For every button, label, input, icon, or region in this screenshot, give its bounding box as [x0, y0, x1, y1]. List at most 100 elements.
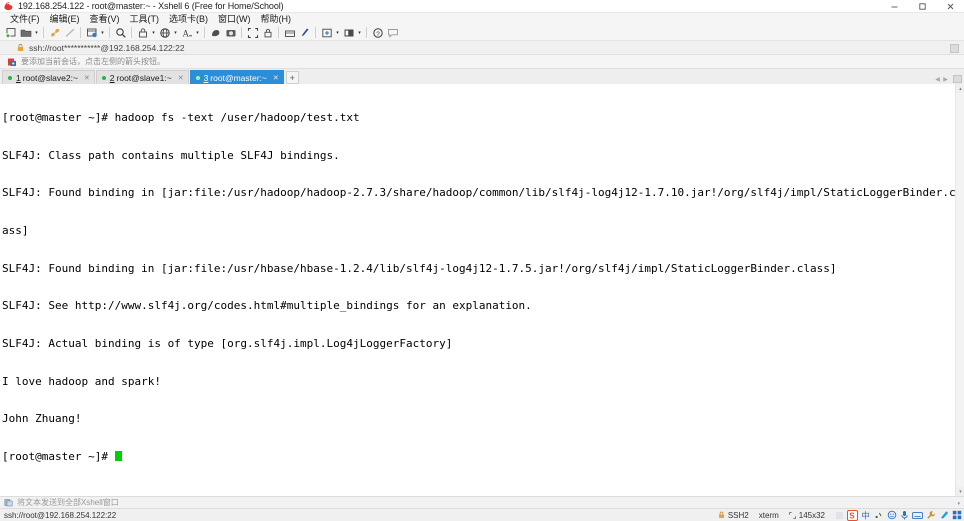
font-size-icon[interactable]: A: [179, 25, 194, 40]
toolbar-separator: [80, 27, 81, 38]
tab-bar: 1 root@slave2:~ ✕ 2 root@slave1:~ ✕ 3 ro…: [0, 69, 964, 84]
add-bookmark-icon[interactable]: [6, 56, 17, 67]
tools-icon[interactable]: [925, 510, 936, 521]
chat-icon[interactable]: [385, 25, 400, 40]
menu-view[interactable]: 查看(V): [85, 13, 125, 25]
terminal-line: I love hadoop and spark!: [2, 374, 161, 388]
tab-close-icon[interactable]: ✕: [267, 74, 279, 82]
title-bar: 192.168.254.122 - root@master:~ - Xshell…: [0, 0, 964, 13]
tab-number: 2: [109, 72, 115, 83]
help-icon[interactable]: ?: [370, 25, 385, 40]
open-folder-icon[interactable]: [18, 25, 33, 40]
skin-icon[interactable]: [938, 510, 949, 521]
maximize-button[interactable]: [908, 0, 936, 13]
toolbar-separator: [366, 27, 367, 38]
toolbar-separator: [131, 27, 132, 38]
layout-icon[interactable]: [341, 25, 356, 40]
send-to-all-icon: [4, 498, 13, 507]
lock-screen-caret-down-icon[interactable]: ▾: [150, 25, 157, 40]
terminal-output[interactable]: [root@master ~]# hadoop fs -text /user/h…: [0, 84, 955, 496]
menu-help[interactable]: 帮助(H): [256, 13, 297, 25]
tab-prev-arrow-icon[interactable]: ◀: [935, 75, 940, 83]
new-session-icon[interactable]: [3, 25, 18, 40]
layout-caret-down-icon[interactable]: ▾: [356, 25, 363, 40]
tab-root-slave2[interactable]: 1 root@slave2:~ ✕: [2, 70, 95, 84]
punctuation-icon[interactable]: [873, 510, 884, 521]
close-button[interactable]: [936, 0, 964, 13]
open-folder-caret-down-icon[interactable]: ▾: [33, 25, 40, 40]
address-dropdown-chevron-down-icon[interactable]: [950, 44, 959, 53]
svg-text:中: 中: [861, 510, 870, 520]
lock-screen-icon[interactable]: [135, 25, 150, 40]
globe-caret-down-icon[interactable]: ▾: [172, 25, 179, 40]
font-size-caret-down-icon[interactable]: ▾: [194, 25, 201, 40]
sogou-logo-icon[interactable]: S: [847, 509, 858, 521]
status-protocol: SSH2: [713, 511, 754, 520]
connect-icon[interactable]: [47, 25, 62, 40]
send-to-all-chevron-down-icon[interactable]: ▾: [957, 501, 960, 507]
screenshot-icon[interactable]: [223, 25, 238, 40]
lock-icon[interactable]: [260, 25, 275, 40]
minimize-button[interactable]: [880, 0, 908, 13]
menu-tabs[interactable]: 选项卡(B): [164, 13, 213, 25]
tab-close-icon[interactable]: ✕: [78, 74, 90, 82]
tab-navigation: ◀ ▶: [935, 75, 948, 83]
scroll-down-arrow-icon[interactable]: ▾: [956, 487, 964, 496]
find-icon[interactable]: [113, 25, 128, 40]
disconnect-icon[interactable]: [62, 25, 77, 40]
emoji-icon[interactable]: [886, 510, 897, 521]
keyboard-icon[interactable]: [912, 510, 923, 521]
session-manager-caret-down-icon[interactable]: ▾: [99, 25, 106, 40]
terminal-line: ass]: [2, 224, 29, 238]
terminal-scrollbar[interactable]: ▴ ▾: [955, 84, 964, 496]
tab-number: 3: [203, 72, 209, 83]
address-bar[interactable]: ssh://root***********@192.168.254.122:22: [0, 41, 964, 55]
ime-indicator-icon[interactable]: [834, 510, 845, 521]
toolbar-separator: [241, 27, 242, 38]
scroll-up-arrow-icon[interactable]: ▴: [956, 84, 964, 93]
menu-bar: 文件(F) 编辑(E) 查看(V) 工具(T) 选项卡(B) 窗口(W) 帮助(…: [0, 13, 964, 25]
tab-root-slave1[interactable]: 2 root@slave1:~ ✕: [95, 70, 189, 84]
terminal-area: [root@master ~]# hadoop fs -text /user/h…: [0, 84, 964, 496]
terminal-cursor: [114, 450, 122, 461]
tab-label: root@slave2:~: [22, 72, 78, 83]
svg-text:?: ?: [376, 30, 380, 37]
new-tab-caret-down-icon[interactable]: ▾: [334, 25, 341, 40]
status-right-group: SSH2 xterm 145x32 S 中: [713, 509, 962, 521]
session-manager-icon[interactable]: [84, 25, 99, 40]
toolbar-separator: [43, 27, 44, 38]
fullscreen-icon[interactable]: [245, 25, 260, 40]
terminal-line: SLF4J: See http://www.slf4j.org/codes.ht…: [2, 299, 532, 313]
svg-text:A: A: [182, 28, 189, 38]
tab-label: root@master:~: [210, 72, 267, 83]
add-session-hint-text: 要添加当前会话，点击左侧的箭头按钮。: [21, 56, 165, 66]
toolbar-separator: [315, 27, 316, 38]
compose-icon[interactable]: [208, 25, 223, 40]
window-controls: [880, 0, 964, 13]
transfer-icon[interactable]: [282, 25, 297, 40]
tab-next-arrow-icon[interactable]: ▶: [943, 75, 948, 83]
tab-root-master[interactable]: 3 root@master:~ ✕: [189, 70, 284, 84]
menu-file[interactable]: 文件(F): [5, 13, 45, 25]
status-size: 145x32: [784, 511, 830, 520]
menu-window[interactable]: 窗口(W): [213, 13, 256, 25]
tab-list-dropdown-icon[interactable]: [953, 75, 962, 83]
send-to-all-bar[interactable]: 将文本发送到全部Xshell窗口 ▾: [0, 496, 964, 508]
new-tab-icon[interactable]: [319, 25, 334, 40]
add-session-hint-bar: 要添加当前会话，点击左侧的箭头按钮。: [0, 55, 964, 69]
terminal-line: SLF4J: Found binding in [jar:file:/usr/h…: [2, 186, 955, 200]
status-protocol-label: SSH2: [727, 510, 749, 520]
status-size-label: 145x32: [798, 510, 825, 520]
menu-icon[interactable]: [951, 510, 962, 521]
status-bar: ssh://root@192.168.254.122:22 SSH2 xterm: [0, 508, 964, 521]
menu-edit[interactable]: 编辑(E): [45, 13, 85, 25]
mic-icon[interactable]: [899, 510, 910, 521]
xshell-window: 192.168.254.122 - root@master:~ - Xshell…: [0, 0, 964, 521]
highlight-icon[interactable]: [297, 25, 312, 40]
globe-icon[interactable]: [157, 25, 172, 40]
chinese-mode-icon[interactable]: 中: [860, 510, 871, 521]
menu-tools[interactable]: 工具(T): [125, 13, 165, 25]
new-tab-button[interactable]: +: [285, 71, 299, 84]
tab-close-icon[interactable]: ✕: [172, 74, 184, 82]
toolbar: ▾ ▾ ▾ ▾ A ▾ ▾ ▾ ?: [0, 25, 964, 41]
